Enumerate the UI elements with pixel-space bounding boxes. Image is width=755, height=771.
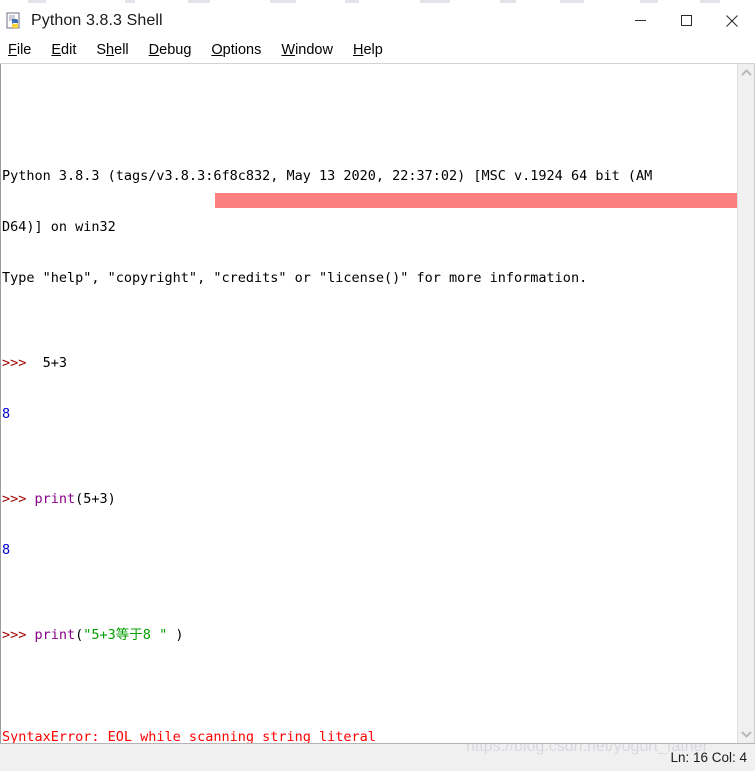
menu-edit[interactable]: Edit: [51, 43, 76, 58]
window-controls: [617, 3, 755, 38]
shell-input-line-error: >>> print("5+3等于8 " ): [2, 627, 184, 643]
cursor-position-indicator: Ln: 16 Col: 4: [670, 750, 747, 765]
shell-blank-line: [2, 678, 737, 695]
banner-line-1: Python 3.8.3 (tags/v3.8.3:6f8c832, May 1…: [2, 168, 653, 184]
banner-line-3: Type "help", "copyright", "credits" or "…: [2, 270, 588, 286]
close-button[interactable]: [709, 3, 755, 38]
menu-bar: File Edit Shell Debug Options Window Hel…: [0, 38, 755, 64]
shell-input-line: >>> 5+3: [2, 355, 68, 371]
python-idle-icon: [6, 12, 24, 30]
status-bar: https://blog.csdn.net/yogurt_father Ln: …: [0, 743, 755, 771]
menu-options[interactable]: Options: [211, 43, 261, 58]
maximize-button[interactable]: [663, 3, 709, 38]
scroll-down-arrow[interactable]: [738, 725, 755, 743]
scroll-up-arrow[interactable]: [738, 64, 755, 82]
shell-output-area[interactable]: Python 3.8.3 (tags/v3.8.3:6f8c832, May 1…: [1, 64, 737, 743]
banner-line-2: D64)] on win32: [2, 219, 116, 235]
menu-file[interactable]: File: [8, 43, 31, 58]
syntax-error-highlight: [215, 193, 737, 208]
shell-body: Python 3.8.3 (tags/v3.8.3:6f8c832, May 1…: [0, 64, 755, 743]
shell-output-line: 8: [2, 542, 11, 558]
python-idle-shell-window: Python 3.8.3 Shell File Edit Shell Debug…: [0, 3, 755, 771]
menu-debug[interactable]: Debug: [149, 43, 192, 58]
title-bar: Python 3.8.3 Shell: [0, 3, 755, 38]
vertical-scrollbar[interactable]: [737, 64, 754, 743]
scrollbar-track[interactable]: [738, 82, 755, 725]
shell-error-line: SyntaxError: EOL while scanning string l…: [2, 729, 376, 743]
menu-help[interactable]: Help: [353, 43, 383, 58]
minimize-button[interactable]: [617, 3, 663, 38]
shell-input-line: >>> print(5+3): [2, 491, 116, 507]
shell-output-line: 8: [2, 406, 11, 422]
menu-window[interactable]: Window: [281, 43, 333, 58]
window-title: Python 3.8.3 Shell: [31, 11, 163, 29]
menu-shell[interactable]: Shell: [96, 43, 128, 58]
